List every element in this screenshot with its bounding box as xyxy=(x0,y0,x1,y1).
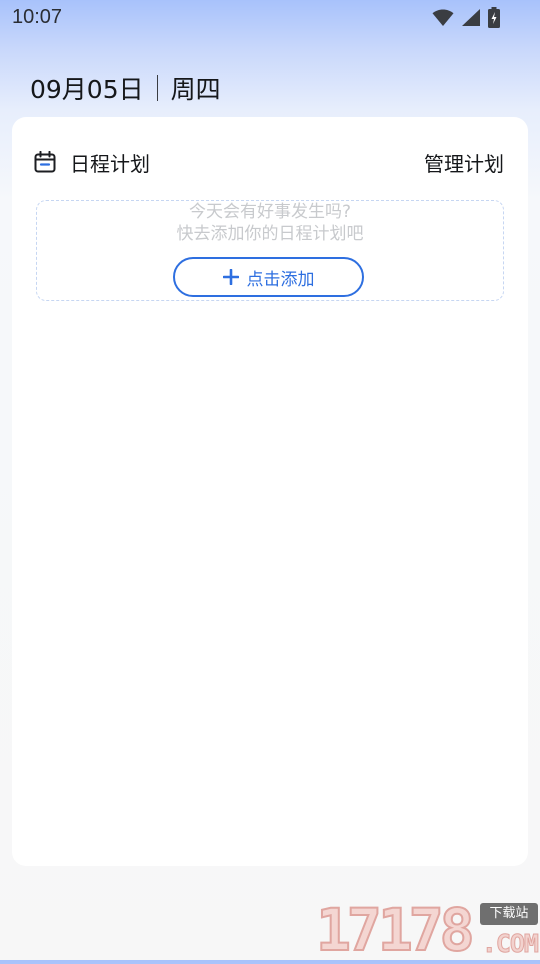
status-bar: 10:07 xyxy=(0,0,540,36)
schedule-card-header: 日程计划 管理计划 xyxy=(34,147,504,177)
date-label: 09月05日 xyxy=(30,75,144,104)
watermark-logo: 17178 下载站 .COM xyxy=(315,896,540,964)
battery-charging-icon xyxy=(488,7,500,28)
plus-icon xyxy=(222,269,247,285)
empty-prompt-line1: 今天会有好事发生吗? xyxy=(188,202,352,222)
watermark-digits: 17178 xyxy=(315,896,476,964)
status-time: 10:07 xyxy=(12,6,63,28)
empty-schedule-placeholder: 今天会有好事发生吗? 快去添加你的日程计划吧 点击添加 xyxy=(36,200,504,301)
weekday-label: 周四 xyxy=(170,75,221,104)
watermark-tag: 下载站 xyxy=(480,903,538,925)
schedule-title: 日程计划 xyxy=(70,151,150,176)
date-header: 09月05日 周四 xyxy=(30,70,221,106)
schedule-card: 日程计划 管理计划 今天会有好事发生吗? 快去添加你的日程计划吧 点击添加 xyxy=(12,117,528,866)
wifi-icon xyxy=(432,8,454,27)
add-schedule-label: 点击添加 xyxy=(246,269,315,290)
status-icons xyxy=(432,7,500,28)
empty-prompt-line2: 快去添加你的日程计划吧 xyxy=(176,224,364,244)
watermark-suffix: .COM xyxy=(481,929,539,958)
manage-plans-button[interactable]: 管理计划 xyxy=(424,148,504,177)
date-divider xyxy=(156,75,158,101)
cellular-signal-icon xyxy=(461,8,481,27)
calendar-icon xyxy=(34,151,70,173)
add-schedule-button[interactable]: 点击添加 xyxy=(173,257,364,297)
